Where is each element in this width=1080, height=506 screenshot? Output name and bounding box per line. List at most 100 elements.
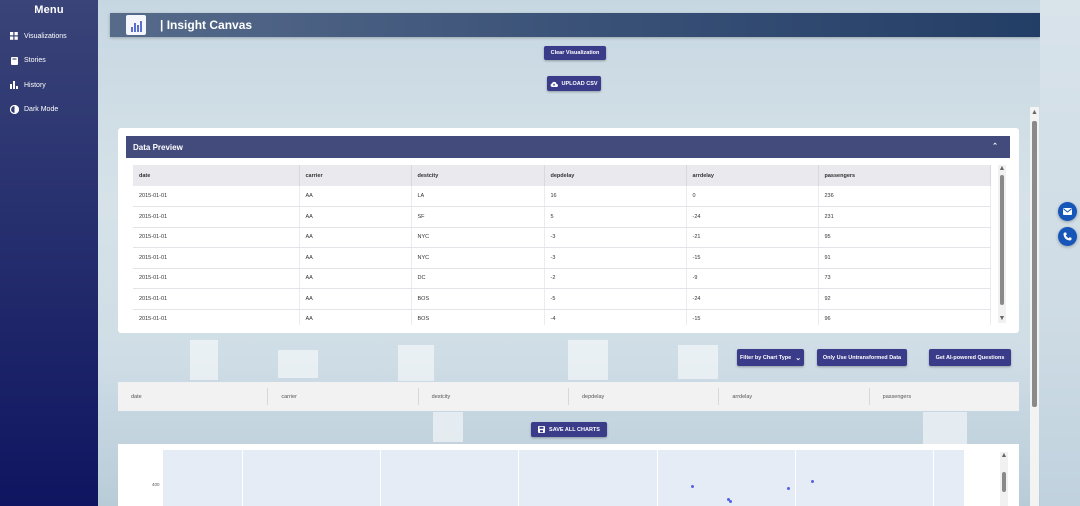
page-scrollbar-thumb[interactable]	[1032, 121, 1037, 407]
sidebar-item-label: History	[24, 81, 46, 89]
column-option[interactable]: arrdelay	[719, 388, 870, 405]
column-header: arrdelay	[686, 165, 819, 186]
column-header: destcity	[411, 165, 545, 186]
table-cell: AA	[299, 227, 412, 248]
table-cell: -5	[544, 288, 687, 310]
table-cell: LA	[411, 186, 545, 207]
sidebar-item-label: Stories	[24, 57, 46, 65]
untransformed-data-button[interactable]: Only Use Untransformed Data	[817, 349, 907, 366]
y-tick-label: 400	[152, 482, 160, 487]
upload-csv-label: UPLOAD CSV	[561, 80, 598, 87]
upload-csv-button[interactable]: UPLOAD CSV	[547, 76, 601, 91]
table-cell: -9	[686, 268, 819, 289]
data-point	[787, 487, 790, 490]
clear-visualization-button[interactable]: Clear Visualization	[544, 46, 606, 60]
contrast-icon	[9, 105, 19, 115]
table-cell: DC	[411, 268, 545, 289]
chart-scrollbar-thumb[interactable]	[1002, 472, 1006, 492]
table-cell: 95	[818, 227, 991, 248]
table-cell: 73	[818, 268, 991, 289]
table-row: 2015-01-01 AA LA 16 0 236	[133, 186, 991, 207]
table-row: 2015-01-01 AA SF 5 -24 231	[133, 206, 991, 228]
bar-chart-icon	[9, 80, 19, 90]
background-decoration	[923, 412, 967, 444]
table-scrollbar-thumb[interactable]	[1000, 175, 1004, 305]
column-option[interactable]: date	[118, 388, 269, 405]
scroll-down-arrow-icon[interactable]: ▼	[999, 315, 1006, 322]
sidebar-item-visualizations[interactable]: Visualizations	[0, 24, 98, 49]
column-header: date	[133, 165, 300, 186]
sidebar-item-stories[interactable]: Stories	[0, 49, 98, 74]
table-cell: AA	[299, 288, 412, 310]
save-all-charts-button[interactable]: SAVE ALL CHARTS	[531, 422, 607, 437]
data-preview-table: date carrier destcity depdelay arrdelay …	[133, 165, 991, 325]
data-preview-card: Data Preview ⌃ date carrier destcity dep…	[118, 128, 1019, 333]
column-option[interactable]: depdelay	[569, 388, 720, 405]
collapse-caret-icon[interactable]: ⌃	[992, 142, 998, 150]
scatter-plot[interactable]	[163, 450, 964, 506]
table-header-row: date carrier destcity depdelay arrdelay …	[133, 165, 991, 186]
scroll-up-arrow-icon[interactable]: ▲	[1031, 109, 1038, 116]
scroll-up-arrow-icon[interactable]: ▲	[999, 165, 1006, 172]
email-contact-button[interactable]	[1058, 202, 1077, 221]
background-decoration	[190, 340, 218, 380]
chart-scrollbar[interactable]: ▲	[1000, 452, 1008, 506]
data-point	[811, 480, 814, 483]
book-icon	[9, 56, 19, 66]
column-option[interactable]: carrier	[268, 388, 419, 405]
scroll-up-arrow-icon[interactable]: ▲	[1001, 452, 1008, 459]
grid-line	[795, 450, 796, 506]
cloud-upload-icon	[550, 81, 559, 87]
app-header: | Insight Canvas	[110, 13, 1040, 37]
data-preview-title: Data Preview	[133, 142, 183, 152]
table-cell: 2015-01-01	[133, 227, 300, 248]
grid-line	[380, 450, 381, 506]
sidebar-item-label: Dark Mode	[24, 106, 59, 114]
sidebar: Menu Visualizations Stories History Dark…	[0, 0, 98, 506]
table-cell: -3	[544, 227, 687, 248]
table-row: 2015-01-01 AA NYC -3 -15 91	[133, 247, 991, 269]
table-cell: -15	[686, 247, 819, 269]
table-cell: 96	[818, 309, 991, 325]
page-scrollbar[interactable]: ▲	[1030, 107, 1039, 506]
grid-line	[657, 450, 658, 506]
phone-contact-button[interactable]	[1058, 227, 1077, 246]
chart-logo-icon	[126, 15, 146, 35]
table-cell: 2015-01-01	[133, 268, 300, 289]
sidebar-item-label: Visualizations	[24, 32, 67, 40]
sidebar-menu: Visualizations Stories History Dark Mode	[0, 24, 98, 122]
table-row: 2015-01-01 AA BOS -5 -24 92	[133, 288, 991, 310]
table-cell: AA	[299, 247, 412, 269]
table-cell: AA	[299, 309, 412, 325]
save-all-label: SAVE ALL CHARTS	[549, 426, 600, 433]
table-cell: 231	[818, 206, 991, 228]
data-point	[729, 500, 732, 503]
column-option[interactable]: destcity	[419, 388, 569, 405]
table-cell: -2	[544, 268, 687, 289]
table-cell: 92	[818, 288, 991, 310]
sidebar-item-dark-mode[interactable]: Dark Mode	[0, 98, 98, 123]
table-cell: NYC	[411, 227, 545, 248]
main-area: | Insight Canvas Clear Visualization UPL…	[98, 0, 1080, 506]
table-cell: 2015-01-01	[133, 206, 300, 228]
table-cell: 2015-01-01	[133, 309, 300, 325]
column-header: passengers	[818, 165, 991, 186]
data-preview-header[interactable]: Data Preview ⌃	[126, 136, 1010, 158]
ai-questions-button[interactable]: Get AI-powered Questions	[929, 349, 1011, 366]
background-decoration	[568, 340, 608, 380]
sidebar-item-history[interactable]: History	[0, 73, 98, 98]
grid-line	[242, 450, 243, 506]
column-option[interactable]: passengers	[870, 388, 1019, 405]
data-preview-table-wrap[interactable]: date carrier destcity depdelay arrdelay …	[133, 165, 991, 325]
filter-label: Filter by Chart Type	[739, 354, 792, 361]
table-cell: 16	[544, 186, 687, 207]
table-cell: -24	[686, 206, 819, 228]
phone-icon	[1063, 232, 1072, 241]
table-row: 2015-01-01 AA NYC -3 -21 95	[133, 227, 991, 248]
table-cell: 2015-01-01	[133, 247, 300, 269]
column-header: depdelay	[544, 165, 687, 186]
table-scrollbar[interactable]: ▲ ▼	[998, 165, 1006, 323]
table-cell: SF	[411, 206, 545, 228]
table-cell: 5	[544, 206, 687, 228]
filter-by-chart-type-dropdown[interactable]: Filter by Chart Type ⌄	[737, 349, 804, 366]
